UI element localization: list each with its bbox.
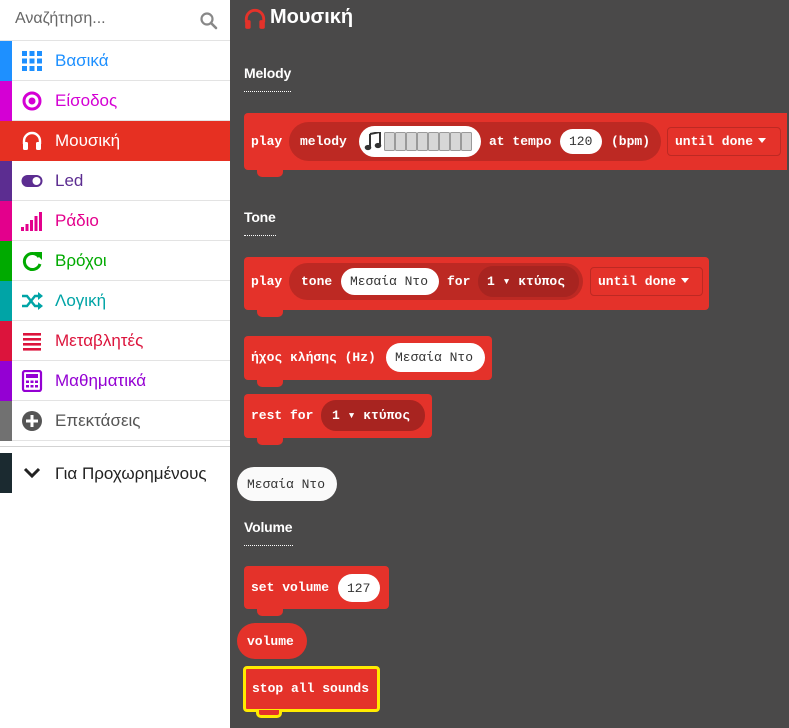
volume-label: volume [247,634,294,649]
category-label: Μαθηματικά [55,371,147,390]
block-notch [257,609,283,616]
play-label: play [251,274,283,289]
section-label-melody: Melody [244,65,292,81]
advanced-label: Για Προχωρημένους [55,464,207,483]
melody-editor[interactable] [359,126,481,157]
chevron-down-icon [23,467,41,479]
bpm-label: (bpm) [611,134,651,149]
music-note-icon [364,132,382,151]
until-done-text: until done [598,274,690,289]
until-done-text: until done [675,134,767,149]
play-label: play [251,134,283,149]
category-label: Μεταβλητές [55,331,144,350]
set-volume-label: set volume [251,580,330,595]
category-label: Βασικά [55,51,109,70]
rest-label: rest for [251,408,314,423]
plus-circle-icon [22,411,42,431]
melody-grid [384,132,472,151]
beat-value: 1 ▾ κτύπος [332,408,411,423]
category-color-bar [0,453,12,493]
category-music[interactable]: Μουσική [0,121,230,161]
category-label: Βρόχοι [55,251,107,270]
refresh-icon [22,252,42,271]
category-led[interactable]: Led [0,161,230,201]
category-color-bar [0,401,12,441]
until-done-dropdown[interactable]: until done [590,267,703,296]
for-label: for [447,274,471,289]
search-box: Αναζήτηση... [0,0,230,41]
note-value: Μεσαία Ντο [350,274,429,289]
search-input[interactable]: Αναζήτηση... [15,10,106,28]
category-label: Λογική [55,291,107,310]
category-color-bar [0,241,12,281]
block-notch [257,170,283,177]
category-color-bar [0,41,12,81]
search-icon[interactable] [199,11,219,31]
tone-label: tone [301,274,333,289]
section-underline [244,235,276,236]
dropdown-arrow-icon [758,138,767,143]
toggle-icon [21,175,43,187]
section-underline [244,91,291,92]
stop-all-sounds-label: stop all sounds [252,681,370,696]
note-value: Μεσαία Ντο [395,350,474,365]
calculator-icon [21,370,43,392]
category-radio[interactable]: Ράδιο [0,201,230,241]
section-label-tone: Tone [244,209,276,225]
volume-reporter-block[interactable]: volume [237,623,307,659]
note-reporter-block[interactable]: Μεσαία Ντο [237,467,337,501]
shuffle-icon [22,292,43,310]
headphones-icon [22,131,42,150]
ring-tone-label: ήχος κλήσης (Hz) [251,350,376,365]
category-loops[interactable]: Βρόχοι [0,241,230,281]
section-underline [244,545,293,546]
stop-all-sounds-block[interactable]: stop all sounds [243,666,380,712]
category-label: Επεκτάσεις [55,411,141,430]
section-label-volume: Volume [244,519,293,535]
category-color-bar [0,81,12,121]
category-label: Είσοδος [55,91,118,110]
tempo-value: 120 [569,134,593,149]
category-color-bar [0,281,12,321]
category-extensions[interactable]: Επεκτάσεις [0,401,230,441]
until-done-dropdown[interactable]: until done [667,127,781,156]
category-color-bar [0,321,12,361]
block-notch [256,710,282,718]
volume-input[interactable]: 127 [338,574,380,602]
category-basic[interactable]: Βασικά [0,41,230,81]
category-math[interactable]: Μαθηματικά [0,361,230,401]
advanced-toggle[interactable]: Για Προχωρημένους [0,446,230,493]
category-label: Μουσική [55,131,121,150]
beat-dropdown[interactable]: 1 ▾ κτύπος [321,400,425,431]
block-notch [257,380,283,387]
melody-label: melody [300,134,347,149]
grid-icon [22,51,42,71]
ring-tone-note-input[interactable]: Μεσαία Ντο [386,343,485,372]
category-color-bar [0,361,12,401]
category-color-bar [0,161,12,201]
note-value: Μεσαία Ντο [247,477,326,492]
block-notch [257,310,283,317]
note-input[interactable]: Μεσαία Ντο [341,268,439,295]
category-logic[interactable]: Λογική [0,281,230,321]
headphones-icon [244,8,266,29]
category-label: Led [55,171,84,190]
input-circle-icon [22,91,42,111]
category-variables[interactable]: Μεταβλητές [0,321,230,361]
beat-value: 1 ▾ κτύπος [487,274,566,289]
category-color-bar [0,201,12,241]
at-tempo-label: at tempo [489,134,552,149]
lines-icon [23,333,41,351]
volume-value: 127 [347,581,371,596]
category-label: Ράδιο [55,211,99,230]
flyout-title-text: Μουσική [270,6,354,28]
toolbox: Αναζήτηση... Βασικά Είσοδος Μουσική Led … [0,0,230,728]
signal-bars-icon [21,212,42,231]
category-input[interactable]: Είσοδος [0,81,230,121]
tempo-input[interactable]: 120 [560,129,602,154]
beat-dropdown[interactable]: 1 ▾ κτύπος [478,266,579,297]
dropdown-arrow-icon [681,278,690,283]
block-notch [257,438,283,445]
